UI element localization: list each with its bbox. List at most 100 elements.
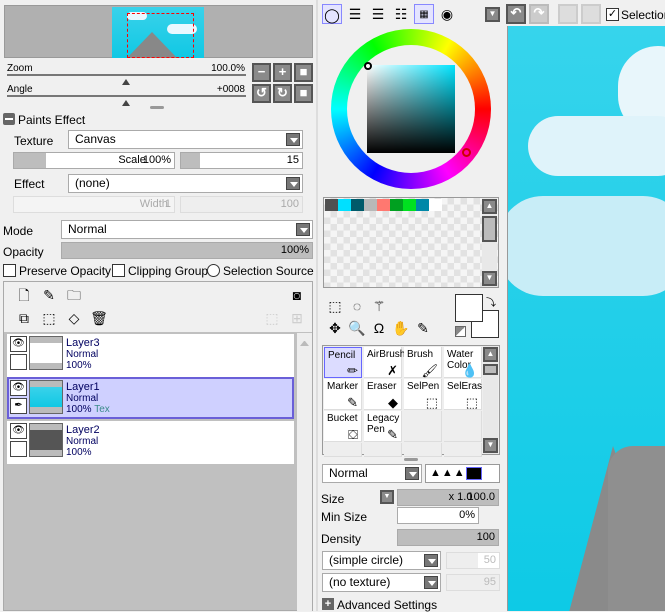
swatch-grid[interactable]: ▲ ▼ [323,197,499,288]
color-swatch[interactable] [429,199,442,211]
lasso-icon[interactable]: ◌ [347,296,367,316]
saturation-value-square[interactable] [367,65,455,153]
advanced-settings-label[interactable]: Advanced Settings [337,598,437,612]
color-swatch[interactable] [390,199,403,211]
layer-row-selected[interactable]: 👁 ✒ Layer1 Normal 100% Tex [7,377,294,419]
transfer-down-icon[interactable]: ⧉ [14,308,34,328]
new-linework-layer-icon[interactable]: ✎ [39,285,59,305]
effect-select[interactable]: (none) [68,174,303,193]
scroll-thumb[interactable] [482,216,497,242]
scroll-down-button[interactable]: ▼ [482,271,497,286]
tool-water-color[interactable]: Water Color 💧 [444,347,482,378]
layer-row[interactable]: 👁 Layer2 Normal 100% [7,421,294,464]
brush-texture-select[interactable]: (no texture) [322,573,441,592]
lock-slot[interactable] [10,354,27,370]
eye-icon[interactable]: 👁 [10,380,27,396]
size-bar[interactable]: x 1.0100.0 [397,489,499,506]
eyedropper-icon[interactable]: ✎ [413,318,433,338]
canvas[interactable] [507,26,665,611]
color-swatch[interactable] [338,199,351,211]
panel-divider[interactable] [316,0,318,611]
tool-scrollbar[interactable]: ▲ ▼ [483,346,498,454]
square-shape-icon[interactable] [465,466,482,480]
new-folder-icon[interactable]: 🗀 [64,285,84,305]
reset-colors-icon[interactable] [455,326,466,337]
hand-icon[interactable]: ✋ [391,318,411,338]
eye-icon[interactable]: 👁 [10,336,27,352]
blend-mode-select[interactable]: Normal [61,220,313,239]
rect-select-icon[interactable]: ⬚ [325,296,345,316]
tool-bucket[interactable]: Bucket ⛋ [324,411,362,442]
brush-shape-select[interactable]: (simple circle) [322,551,441,570]
expand-icon[interactable]: + [322,598,334,610]
brush-icon[interactable]: ✒ [10,398,27,414]
tool-seleras[interactable]: SelEras ⬚ [444,379,482,410]
tool-marker[interactable]: Marker ✎ [324,379,362,410]
color-wheel-tab-icon[interactable]: ◯ [322,4,342,24]
delete-layer-icon[interactable]: 🗑 [89,308,109,328]
color-wheel[interactable] [331,29,491,189]
texture-select[interactable]: Canvas [68,130,303,149]
tool-legacy-pen[interactable]: Legacy Pen ✎ [364,411,402,442]
color-swatch[interactable] [351,199,364,211]
view-rectangle[interactable] [127,13,194,58]
tool-eraser[interactable]: Eraser ◆ [364,379,402,410]
tool-pencil[interactable]: Pencil ✏ [324,347,362,378]
swap-colors-icon[interactable]: ⤵ [486,294,496,309]
zoom-slider-thumb[interactable] [122,75,130,85]
move-icon[interactable]: ✥ [325,318,345,338]
rotate-reset-button[interactable]: ■ [294,84,313,103]
density-bar[interactable]: 100 [397,529,499,546]
magic-wand-icon[interactable]: ⚚ [369,296,389,316]
color-swatch[interactable] [403,199,416,211]
lock-slot[interactable] [10,441,27,457]
layer-mask-icon[interactable]: ◙ [287,285,307,305]
zoom-icon[interactable]: 🔍 [347,318,367,338]
brush-shape-presets[interactable]: ▲▲▲ [425,464,500,483]
clipping-group-checkbox[interactable] [112,264,125,277]
min-size-bar[interactable]: 0% [397,507,479,524]
merge-down-icon[interactable]: ⬚ [39,308,59,328]
scroll-up-button[interactable]: ▲ [482,199,497,214]
tool-selpen[interactable]: SelPen ⬚ [404,379,442,410]
color-swatch[interactable] [416,199,429,211]
panel-menu-button[interactable]: ▼ [485,7,500,22]
preserve-opacity-checkbox[interactable] [3,264,16,277]
size-multiplier-button[interactable]: ▼ [380,490,394,504]
scale-bar[interactable]: Scale100% [13,152,175,169]
panel-splitter[interactable] [404,458,418,461]
angle-slider-thumb[interactable] [122,96,130,106]
tool-brush[interactable]: Brush 🖌 [404,347,442,378]
rotate-left-button[interactable]: ↺ [252,84,271,103]
hsv-slider-tab-icon[interactable]: ☰ [368,4,388,24]
color-swatch[interactable] [377,199,390,211]
zoom-reset-button[interactable]: ■ [294,63,313,82]
layer-row[interactable]: 👁 Layer3 Normal 100% [7,334,294,377]
scratchpad-tab-icon[interactable]: ◉ [437,4,457,24]
new-layer-icon[interactable]: 🗋 [14,285,34,305]
clear-layer-icon[interactable]: ◇ [64,308,84,328]
color-mixer-tab-icon[interactable]: ☷ [391,4,411,24]
texture-strength-bar[interactable]: 15 [180,152,303,169]
selection-checkbox[interactable]: ✓ [606,8,619,21]
undo-button[interactable]: ↶ [506,4,526,24]
brush-blend-select[interactable]: Normal [322,464,422,483]
collapse-icon[interactable] [3,113,15,125]
scroll-down-button[interactable]: ▼ [483,438,498,453]
swatch-scrollbar[interactable]: ▲ ▼ [482,198,497,287]
color-swatch[interactable] [325,199,338,211]
hue-cursor[interactable] [462,148,471,157]
tool-airbrush[interactable]: AirBrush ✗ [364,347,405,378]
rotate-right-button[interactable]: ↻ [273,84,292,103]
selection-source-radio[interactable] [207,264,220,277]
color-swatch[interactable] [364,199,377,211]
sv-cursor[interactable] [364,62,372,70]
swatches-tab-icon[interactable]: ▦ [414,4,434,24]
primary-color[interactable] [455,294,483,322]
panel-splitter[interactable] [150,106,164,109]
zoom-in-button[interactable]: + [273,63,292,82]
layer-scrollbar[interactable] [297,333,312,611]
scroll-up-button[interactable]: ▲ [483,347,498,362]
rgb-slider-tab-icon[interactable]: ☰ [345,4,365,24]
rotate-icon[interactable]: Ω [369,318,389,338]
